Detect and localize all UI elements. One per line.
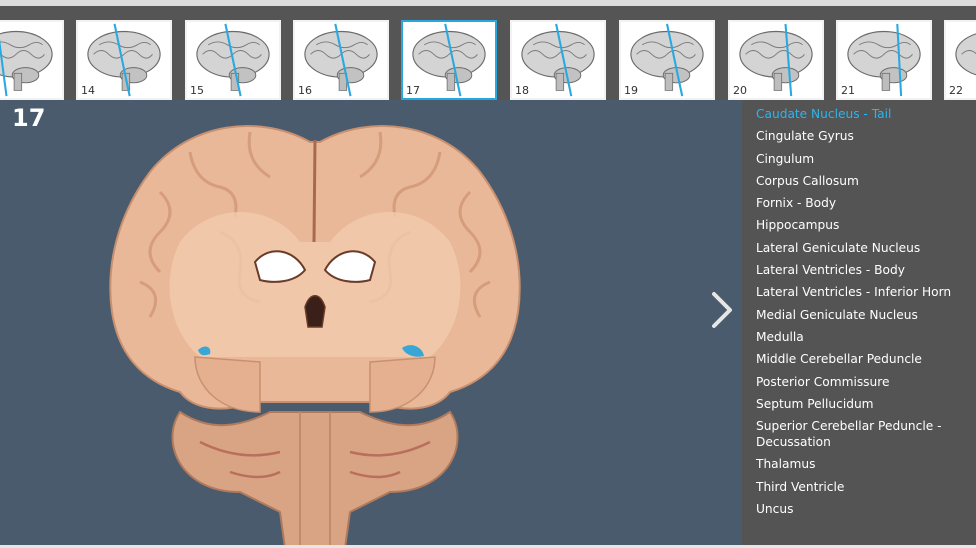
structure-item-lateral-ventricles-inferior-horn[interactable]: Lateral Ventricles - Inferior Horn	[756, 281, 968, 303]
brain-thumbnail-icon	[0, 30, 53, 97]
structure-list: Caudate Nucleus - Tail Cingulate Gyrus C…	[742, 100, 976, 545]
thumbnail-slice-19[interactable]: 19	[619, 20, 715, 100]
slice-viewer	[0, 100, 742, 548]
thumbnail-strip: 14 15 16 17 18 19 20 21 22	[0, 0, 976, 100]
thumbnail-number: 21	[841, 84, 855, 97]
chevron-right-icon[interactable]	[706, 288, 738, 332]
thumbnail-number: 22	[949, 84, 963, 97]
thumbnail-slice-13[interactable]	[0, 20, 64, 100]
structure-item-middle-cerebellar-peduncle[interactable]: Middle Cerebellar Peduncle	[756, 348, 968, 370]
thumbnail-list: 14 15 16 17 18 19 20 21 22	[0, 14, 976, 106]
structure-item-lateral-geniculate-nucleus[interactable]: Lateral Geniculate Nucleus	[756, 237, 968, 259]
thumbnail-slice-21[interactable]: 21	[836, 20, 932, 100]
thumbnail-number: 17	[406, 84, 420, 97]
app-window: 14 15 16 17 18 19 20 21 22 17 Caudate Nu…	[0, 0, 976, 548]
structure-item-uncus[interactable]: Uncus	[756, 498, 968, 520]
structure-item-third-ventricle[interactable]: Third Ventricle	[756, 476, 968, 498]
slice-number: 17	[12, 104, 46, 132]
structure-item-fornix-body[interactable]: Fornix - Body	[756, 192, 968, 214]
structure-item-cingulum[interactable]: Cingulum	[756, 148, 968, 170]
thumbnail-slice-15[interactable]: 15	[185, 20, 281, 100]
thumbnail-number: 19	[624, 84, 638, 97]
structure-item-posterior-commissure[interactable]: Posterior Commissure	[756, 371, 968, 393]
thumbnail-number: 14	[81, 84, 95, 97]
thumbnail-slice-14[interactable]: 14	[76, 20, 172, 100]
structure-item-septum-pellucidum[interactable]: Septum Pellucidum	[756, 393, 968, 415]
thumbnail-slice-18[interactable]: 18	[510, 20, 606, 100]
thumbnail-number: 15	[190, 84, 204, 97]
thumbnail-slice-20[interactable]: 20	[728, 20, 824, 100]
thumbnail-number: 18	[515, 84, 529, 97]
structure-item-medial-geniculate-nucleus[interactable]: Medial Geniculate Nucleus	[756, 304, 968, 326]
thumbnail-number: 16	[298, 84, 312, 97]
structure-item-thalamus[interactable]: Thalamus	[756, 453, 968, 475]
thumbnail-slice-22[interactable]: 22	[944, 20, 976, 100]
structure-item-medulla[interactable]: Medulla	[756, 326, 968, 348]
structure-item-caudate-nucleus-tail[interactable]: Caudate Nucleus - Tail	[756, 103, 968, 125]
structure-item-corpus-callosum[interactable]: Corpus Callosum	[756, 170, 968, 192]
thumbnail-slice-17[interactable]: 17	[401, 20, 497, 100]
structure-item-superior-cerebellar-peduncle-decussation[interactable]: Superior Cerebellar Peduncle - Decussati…	[756, 415, 968, 453]
coronal-brain-slice-image	[109, 125, 521, 548]
thumbnail-slice-16[interactable]: 16	[293, 20, 389, 100]
thumbnail-number: 20	[733, 84, 747, 97]
structure-item-cingulate-gyrus[interactable]: Cingulate Gyrus	[756, 125, 968, 147]
structure-item-lateral-ventricles-body[interactable]: Lateral Ventricles - Body	[756, 259, 968, 281]
structure-item-hippocampus[interactable]: Hippocampus	[756, 214, 968, 236]
